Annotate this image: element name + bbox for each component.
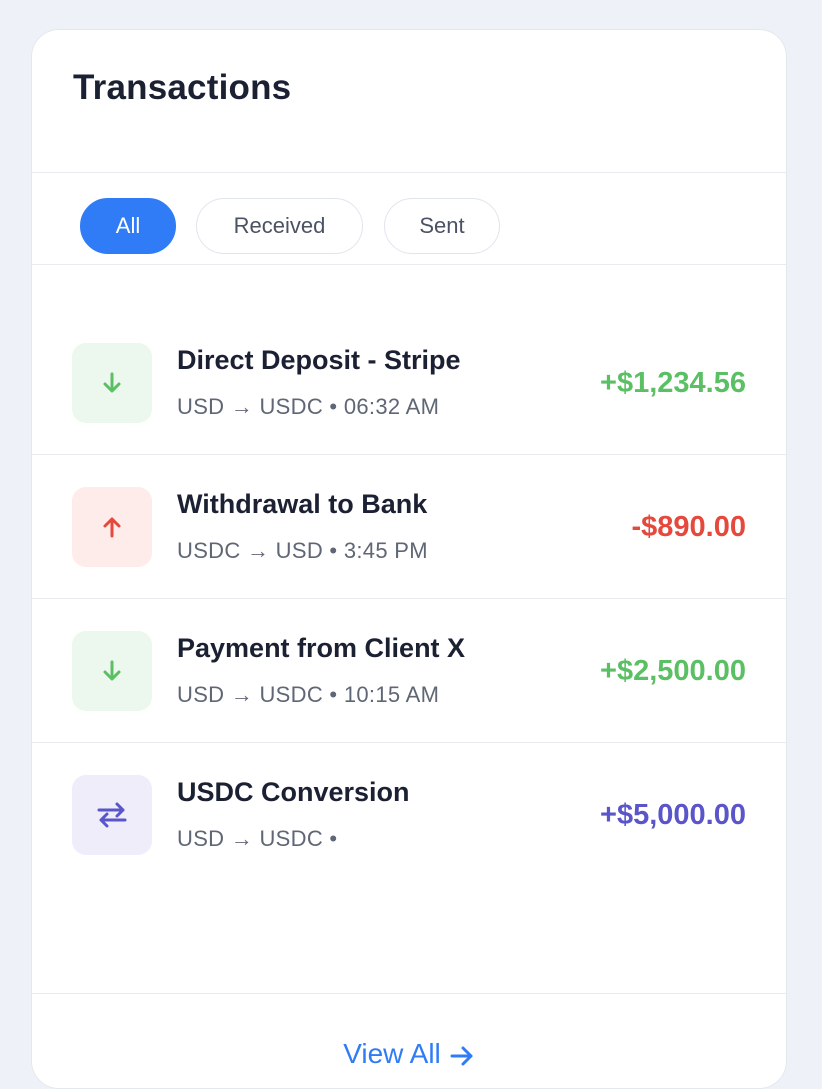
card-footer: View All (32, 993, 786, 1088)
view-all-label: View All (343, 1038, 441, 1069)
transaction-meta: USD → USDC • 10:15 AM (177, 682, 440, 707)
filter-tabs: All Received Sent (32, 173, 786, 265)
transaction-name: Direct Deposit - Stripe (177, 345, 461, 375)
transaction-row[interactable]: Withdrawal to Bank USDC → USD • 3:45 PM … (32, 455, 786, 599)
card-header: Transactions (32, 30, 786, 173)
transaction-row[interactable]: Payment from Client X USD → USDC • 10:15… (32, 599, 786, 743)
view-all-link[interactable]: View All (32, 1038, 786, 1070)
swap-arrows-icon (72, 775, 152, 855)
arrow-up-icon (72, 487, 152, 567)
arrow-down-icon (72, 343, 152, 423)
transaction-name: USDC Conversion (177, 777, 410, 807)
page-title: Transactions (73, 68, 292, 107)
transaction-amount: +$1,234.56 (600, 367, 746, 399)
transaction-amount: +$2,500.00 (600, 655, 746, 687)
filter-sent-button[interactable]: Sent (384, 198, 500, 254)
transaction-list: Direct Deposit - Stripe USD → USDC • 06:… (32, 311, 786, 887)
transaction-meta: USD → USDC • (177, 826, 338, 851)
transaction-row[interactable]: USDC Conversion USD → USDC • +$5,000.00 (32, 743, 786, 887)
filter-received-button[interactable]: Received (196, 198, 363, 254)
transaction-amount: +$5,000.00 (600, 799, 746, 831)
transaction-name: Payment from Client X (177, 633, 466, 663)
transaction-meta: USD → USDC • 06:32 AM (177, 394, 440, 419)
transaction-name: Withdrawal to Bank (177, 489, 428, 519)
transactions-card: Transactions All Received Sent Direct De… (31, 29, 787, 1089)
arrow-right-icon (450, 1046, 473, 1066)
transaction-meta: USDC → USD • 3:45 PM (177, 538, 428, 563)
filter-all-button[interactable]: All (80, 198, 176, 254)
arrow-down-icon (72, 631, 152, 711)
transaction-amount: -$890.00 (631, 511, 747, 543)
transaction-row[interactable]: Direct Deposit - Stripe USD → USDC • 06:… (32, 311, 786, 455)
